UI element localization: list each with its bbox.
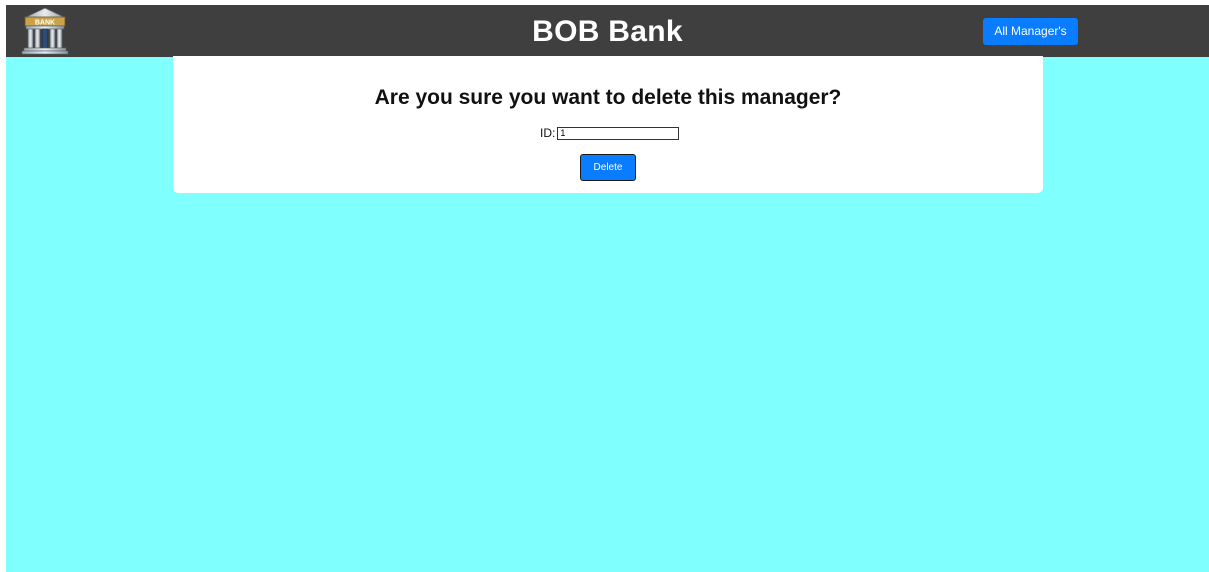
confirmation-heading: Are you sure you want to delete this man…	[374, 86, 842, 109]
id-label: ID:	[540, 126, 556, 140]
top-navbar: BANK BOB Bank All Manager's	[6, 5, 1209, 57]
app-window: BANK BOB Bank All Manager's Are you sure…	[6, 5, 1209, 572]
delete-button[interactable]: Delete	[580, 154, 636, 181]
id-field-row: ID:	[540, 125, 680, 141]
all-managers-button[interactable]: All Manager's	[983, 18, 1078, 45]
delete-manager-card: Are you sure you want to delete this man…	[173, 56, 1043, 193]
id-input[interactable]	[557, 126, 680, 140]
